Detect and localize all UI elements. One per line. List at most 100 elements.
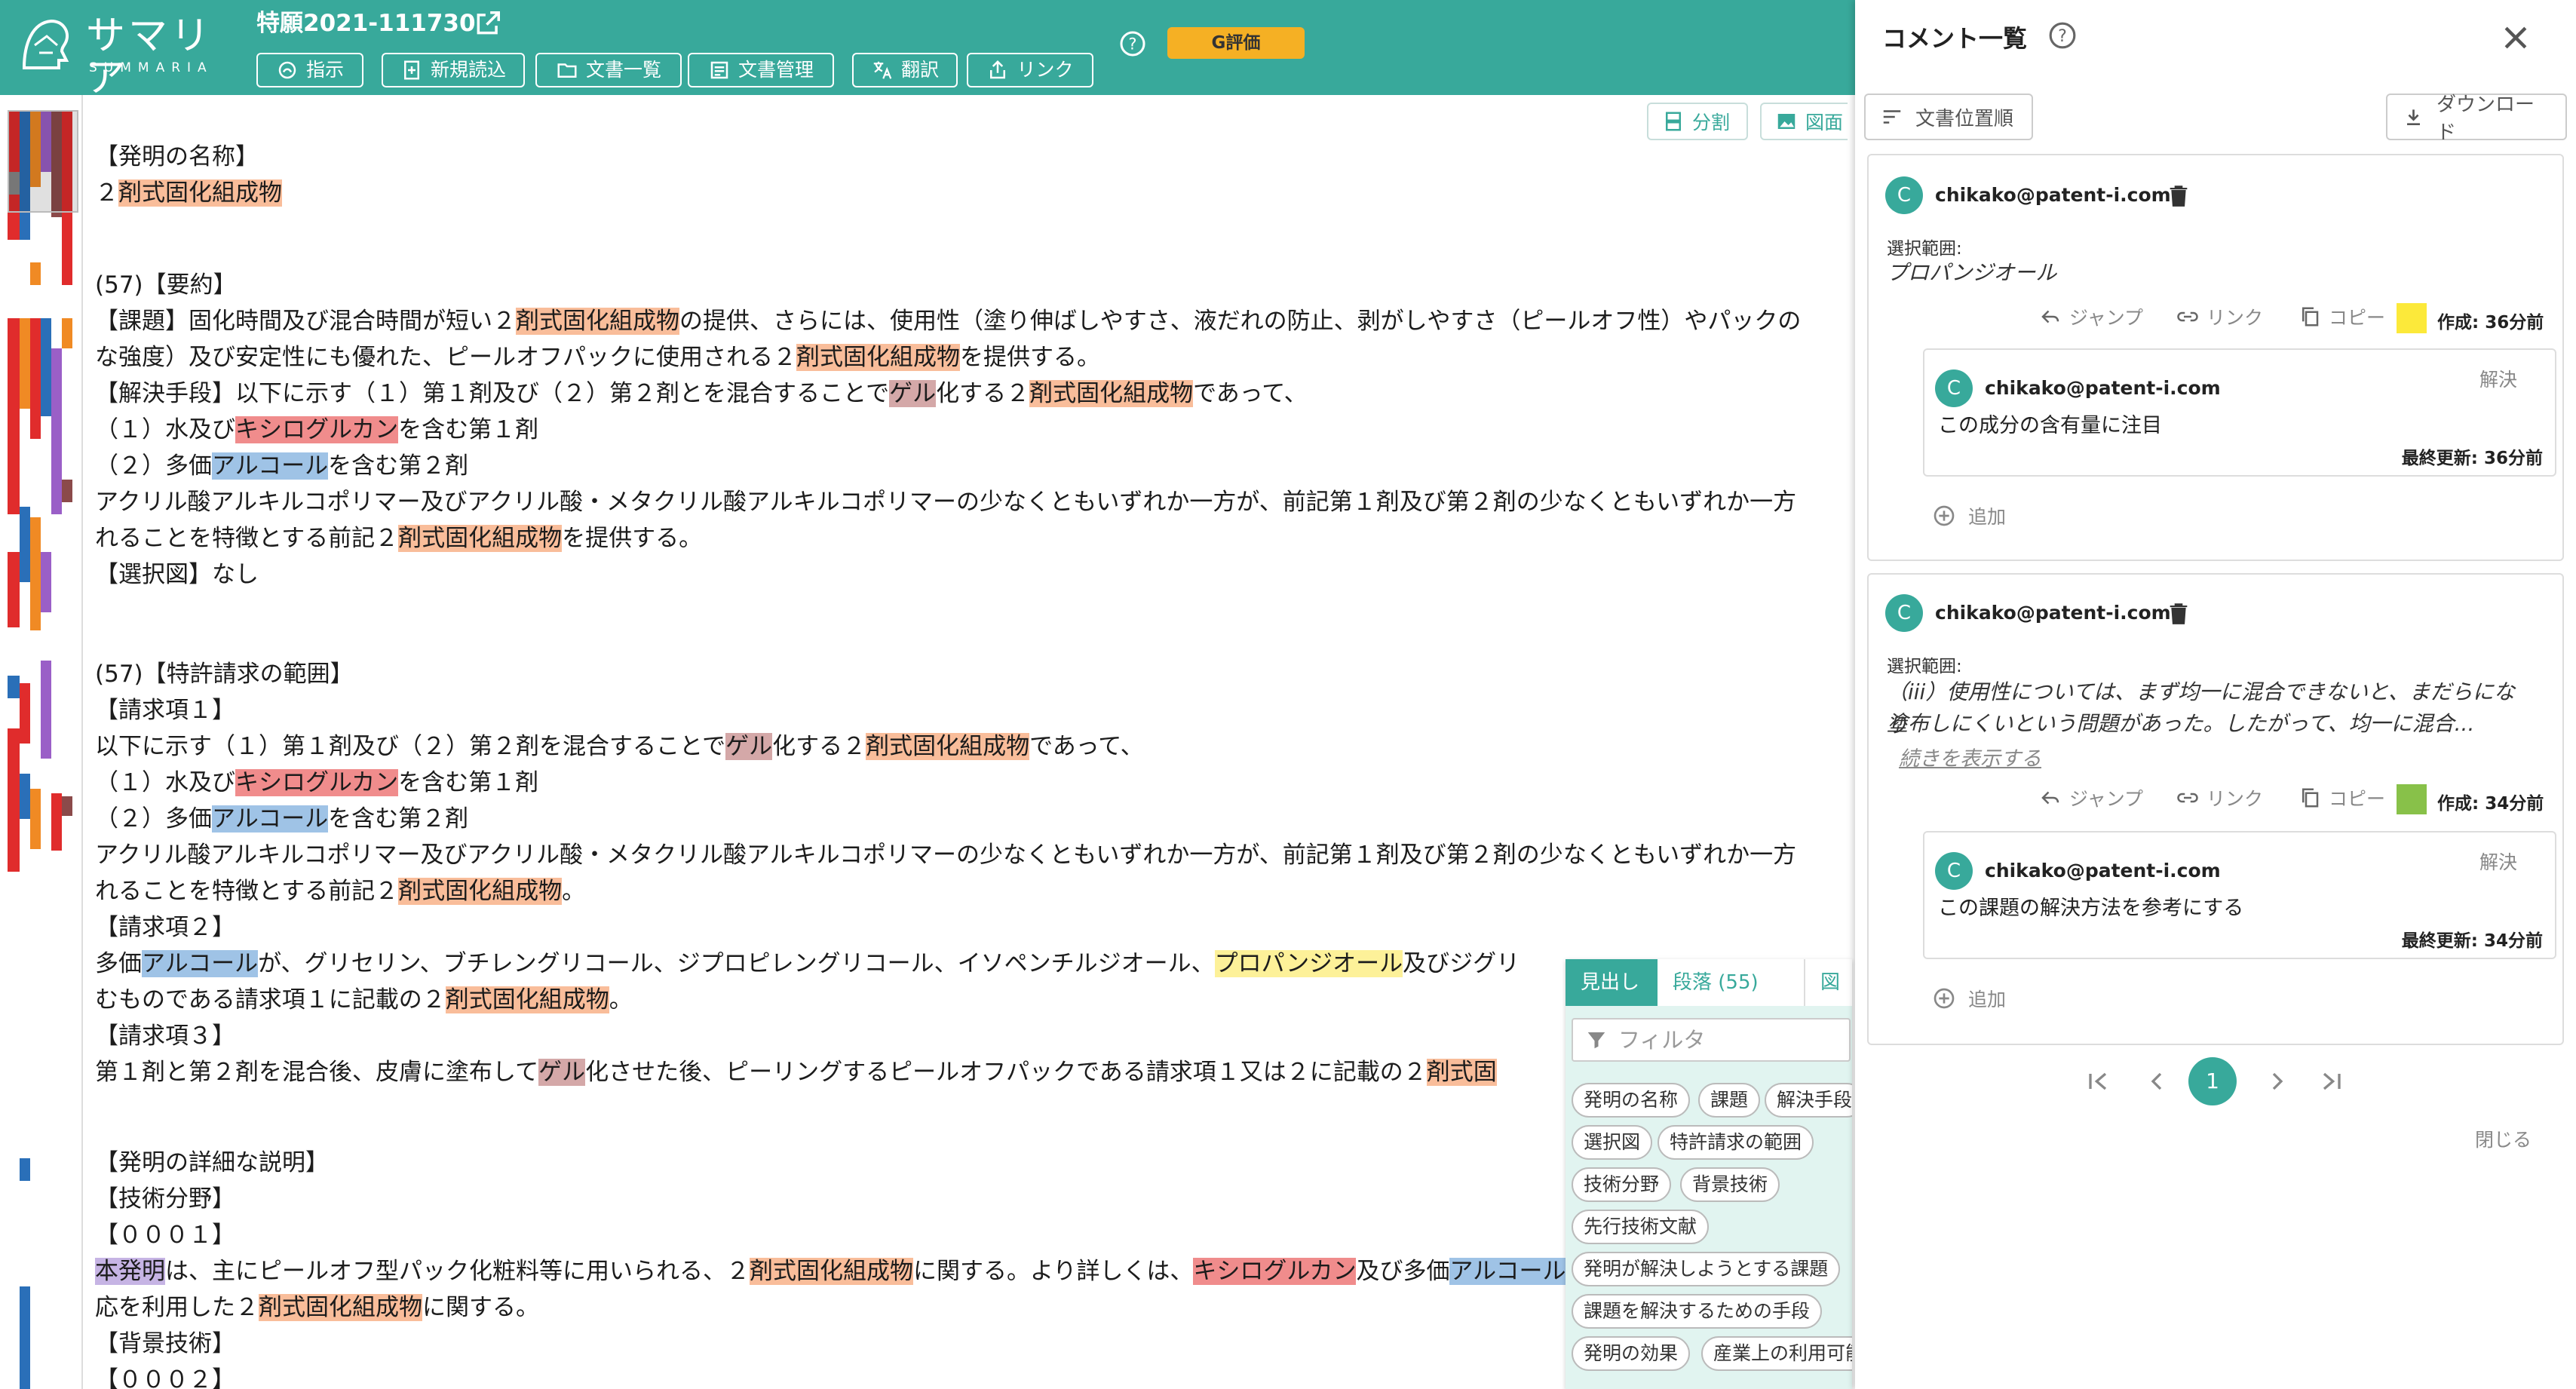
highlight-term[interactable]: キシログルカン bbox=[235, 416, 399, 443]
avatar: C bbox=[1885, 176, 1923, 214]
add-label: 追加 bbox=[1968, 989, 2007, 1010]
outline-filter-input[interactable]: フィルタ bbox=[1572, 1018, 1851, 1062]
show-more-link[interactable]: 続きを表示する bbox=[1899, 742, 2041, 771]
outline-chip[interactable]: 発明の名称 bbox=[1572, 1083, 1691, 1118]
selection-label: 選択範囲: bbox=[1887, 657, 1962, 676]
logo-subtext: SUMMARIA bbox=[89, 60, 213, 75]
highlight-term[interactable]: 剤式固化組成物 bbox=[445, 986, 609, 1013]
tab-paragraphs[interactable]: 段落 (55) bbox=[1658, 959, 1804, 1006]
outline-chip[interactable]: 技術分野 bbox=[1572, 1167, 1672, 1202]
outline-chip[interactable]: 特許請求の範囲 bbox=[1658, 1125, 1814, 1160]
highlight-term[interactable]: 剤式固化組成物 bbox=[1029, 380, 1194, 407]
jump-button[interactable]: ジャンプ bbox=[2039, 303, 2143, 330]
highlight-term[interactable]: 剤式固化組成物 bbox=[398, 525, 563, 552]
sort-button[interactable]: 文書位置順 bbox=[1864, 94, 2033, 140]
tab-headings[interactable]: 見出し (12) bbox=[1566, 959, 1658, 1041]
new-load-button[interactable]: 新規読込 bbox=[382, 53, 525, 87]
next-page-icon[interactable] bbox=[2262, 1066, 2292, 1096]
highlight-term[interactable]: 剤式固化組成物 bbox=[118, 179, 282, 207]
document-minimap[interactable] bbox=[0, 95, 83, 1389]
svg-text:?: ? bbox=[2058, 26, 2067, 46]
figure-view-button[interactable]: 図面 bbox=[1760, 103, 1848, 140]
outline-chip[interactable]: 産業上の利用可能性 bbox=[1701, 1336, 1852, 1371]
app-logo[interactable]: サマリア SUMMARIA bbox=[17, 14, 243, 100]
outline-chip[interactable]: 解決手段 bbox=[1765, 1083, 1852, 1118]
link-copy-button[interactable]: リンク bbox=[2176, 784, 2263, 811]
jump-button[interactable]: ジャンプ bbox=[2039, 784, 2143, 811]
highlight-term[interactable]: アルコール bbox=[1449, 1258, 1566, 1285]
highlight-term[interactable]: ゲル bbox=[889, 380, 937, 407]
help-icon[interactable]: ? bbox=[1119, 30, 1146, 57]
doc-line: アクリル酸アルキルコポリマー及びアクリル酸・メタクリル酸アルキルコポリマーの少な… bbox=[95, 842, 1797, 869]
current-page-button[interactable]: 1 bbox=[2188, 1057, 2237, 1105]
claim-heading: 【請求項３】 bbox=[95, 1023, 235, 1050]
new-load-label: 新規読込 bbox=[430, 59, 506, 81]
close-icon[interactable] bbox=[2499, 21, 2532, 54]
add-reply-button[interactable]: 追加 bbox=[1932, 985, 2006, 1012]
highlight-term[interactable]: アルコール bbox=[212, 452, 329, 480]
tab-figures[interactable]: 図 bbox=[1804, 959, 1852, 1006]
instruction-button[interactable]: 指示 bbox=[256, 53, 363, 87]
trash-icon[interactable] bbox=[2166, 600, 2191, 627]
highlight-term[interactable]: 剤式固化組成物 bbox=[866, 733, 1030, 760]
new-load-icon bbox=[403, 60, 419, 80]
highlight-term[interactable]: 本発明 bbox=[95, 1258, 165, 1285]
split-view-button[interactable]: 分割 bbox=[1647, 103, 1748, 140]
outline-chip[interactable]: 発明の効果 bbox=[1572, 1336, 1691, 1371]
link-copy-button[interactable]: リンク bbox=[2176, 303, 2263, 330]
outline-chip[interactable]: 選択図 bbox=[1572, 1125, 1653, 1160]
highlight-term[interactable]: 剤式固化組成物 bbox=[259, 1294, 422, 1321]
highlight-term[interactable]: 剤式固 bbox=[1426, 1059, 1497, 1086]
document-manage-label: 文書管理 bbox=[738, 59, 814, 81]
highlight-term[interactable]: 剤式固化組成物 bbox=[516, 308, 679, 335]
doc-line: （２）多価アルコールを含む第２剤 bbox=[95, 805, 469, 832]
copy-button[interactable]: コピー bbox=[2298, 303, 2385, 330]
highlight-term[interactable]: プロパンジオール bbox=[1214, 950, 1403, 977]
highlight-term[interactable]: 剤式固化組成物 bbox=[796, 344, 960, 371]
highlight-term[interactable]: ゲル bbox=[538, 1059, 586, 1086]
section-heading: 【発明の詳細な説明】 bbox=[95, 1149, 329, 1176]
highlight-term[interactable]: キシログルカン bbox=[1193, 1258, 1357, 1285]
outline-chip[interactable]: 発明が解決しようとする課題 bbox=[1572, 1252, 1841, 1286]
outline-chip[interactable]: 先行技術文献 bbox=[1572, 1210, 1710, 1244]
first-page-icon[interactable] bbox=[2083, 1066, 2113, 1096]
highlight-term[interactable]: キシログルカン bbox=[235, 769, 399, 796]
outline-chip[interactable]: 背景技術 bbox=[1680, 1167, 1780, 1202]
logo-text: サマリア bbox=[86, 14, 213, 101]
reply-text: この成分の含有量に注目 bbox=[1938, 414, 2162, 437]
link-button[interactable]: リンク bbox=[967, 53, 1093, 87]
add-circle-icon bbox=[1934, 988, 1955, 1009]
help-icon[interactable]: ? bbox=[2048, 21, 2077, 50]
download-button[interactable]: ダウンロード bbox=[2386, 94, 2567, 144]
trash-icon[interactable] bbox=[2166, 182, 2191, 210]
highlight-term[interactable]: アルコール bbox=[142, 950, 259, 977]
doc-line: な強度）及び安定性にも優れた、ピールオフパックに使用される２剤式固化組成物を提供… bbox=[95, 344, 1100, 371]
rating-badge[interactable]: G評価 bbox=[1167, 27, 1305, 59]
copy-button[interactable]: コピー bbox=[2298, 784, 2385, 811]
highlight-term[interactable]: 剤式固化組成物 bbox=[398, 878, 563, 905]
add-reply-button[interactable]: 追加 bbox=[1932, 502, 2006, 529]
outline-chip[interactable]: 課題を解決するための手段 bbox=[1572, 1294, 1823, 1329]
document-manage-button[interactable]: 文書管理 bbox=[688, 53, 834, 87]
last-page-icon[interactable] bbox=[2317, 1066, 2347, 1096]
minimap-viewport[interactable] bbox=[8, 110, 78, 213]
document-list-button[interactable]: 文書一覧 bbox=[535, 53, 682, 87]
doc-line: （１）水及びキシログルカンを含む第１剤 bbox=[95, 416, 539, 443]
doc-line: 第１剤と第２剤を混合後、皮膚に塗布してゲル化させた後、ピーリングするピールオフパ… bbox=[95, 1059, 1497, 1086]
document-title: 特願2021-111730 bbox=[256, 10, 476, 37]
highlight-term[interactable]: アルコール bbox=[212, 805, 329, 832]
open-external-icon[interactable] bbox=[474, 9, 502, 38]
resolve-button[interactable]: 解決 bbox=[2479, 848, 2517, 875]
translate-button[interactable]: 翻訳 bbox=[852, 53, 958, 87]
outline-chip[interactable]: 課題 bbox=[1698, 1083, 1761, 1118]
resolve-button[interactable]: 解決 bbox=[2479, 365, 2517, 392]
color-swatch[interactable] bbox=[2397, 303, 2427, 333]
image-icon bbox=[1777, 114, 1796, 129]
document-list-label: 文書一覧 bbox=[585, 59, 661, 81]
highlight-term[interactable]: 剤式固化組成物 bbox=[750, 1258, 913, 1285]
instruction-icon bbox=[278, 61, 296, 79]
close-panel-button[interactable]: 閉じる bbox=[2475, 1125, 2532, 1152]
color-swatch[interactable] bbox=[2397, 784, 2427, 814]
prev-page-icon[interactable] bbox=[2142, 1066, 2172, 1096]
highlight-term[interactable]: ゲル bbox=[725, 733, 773, 760]
